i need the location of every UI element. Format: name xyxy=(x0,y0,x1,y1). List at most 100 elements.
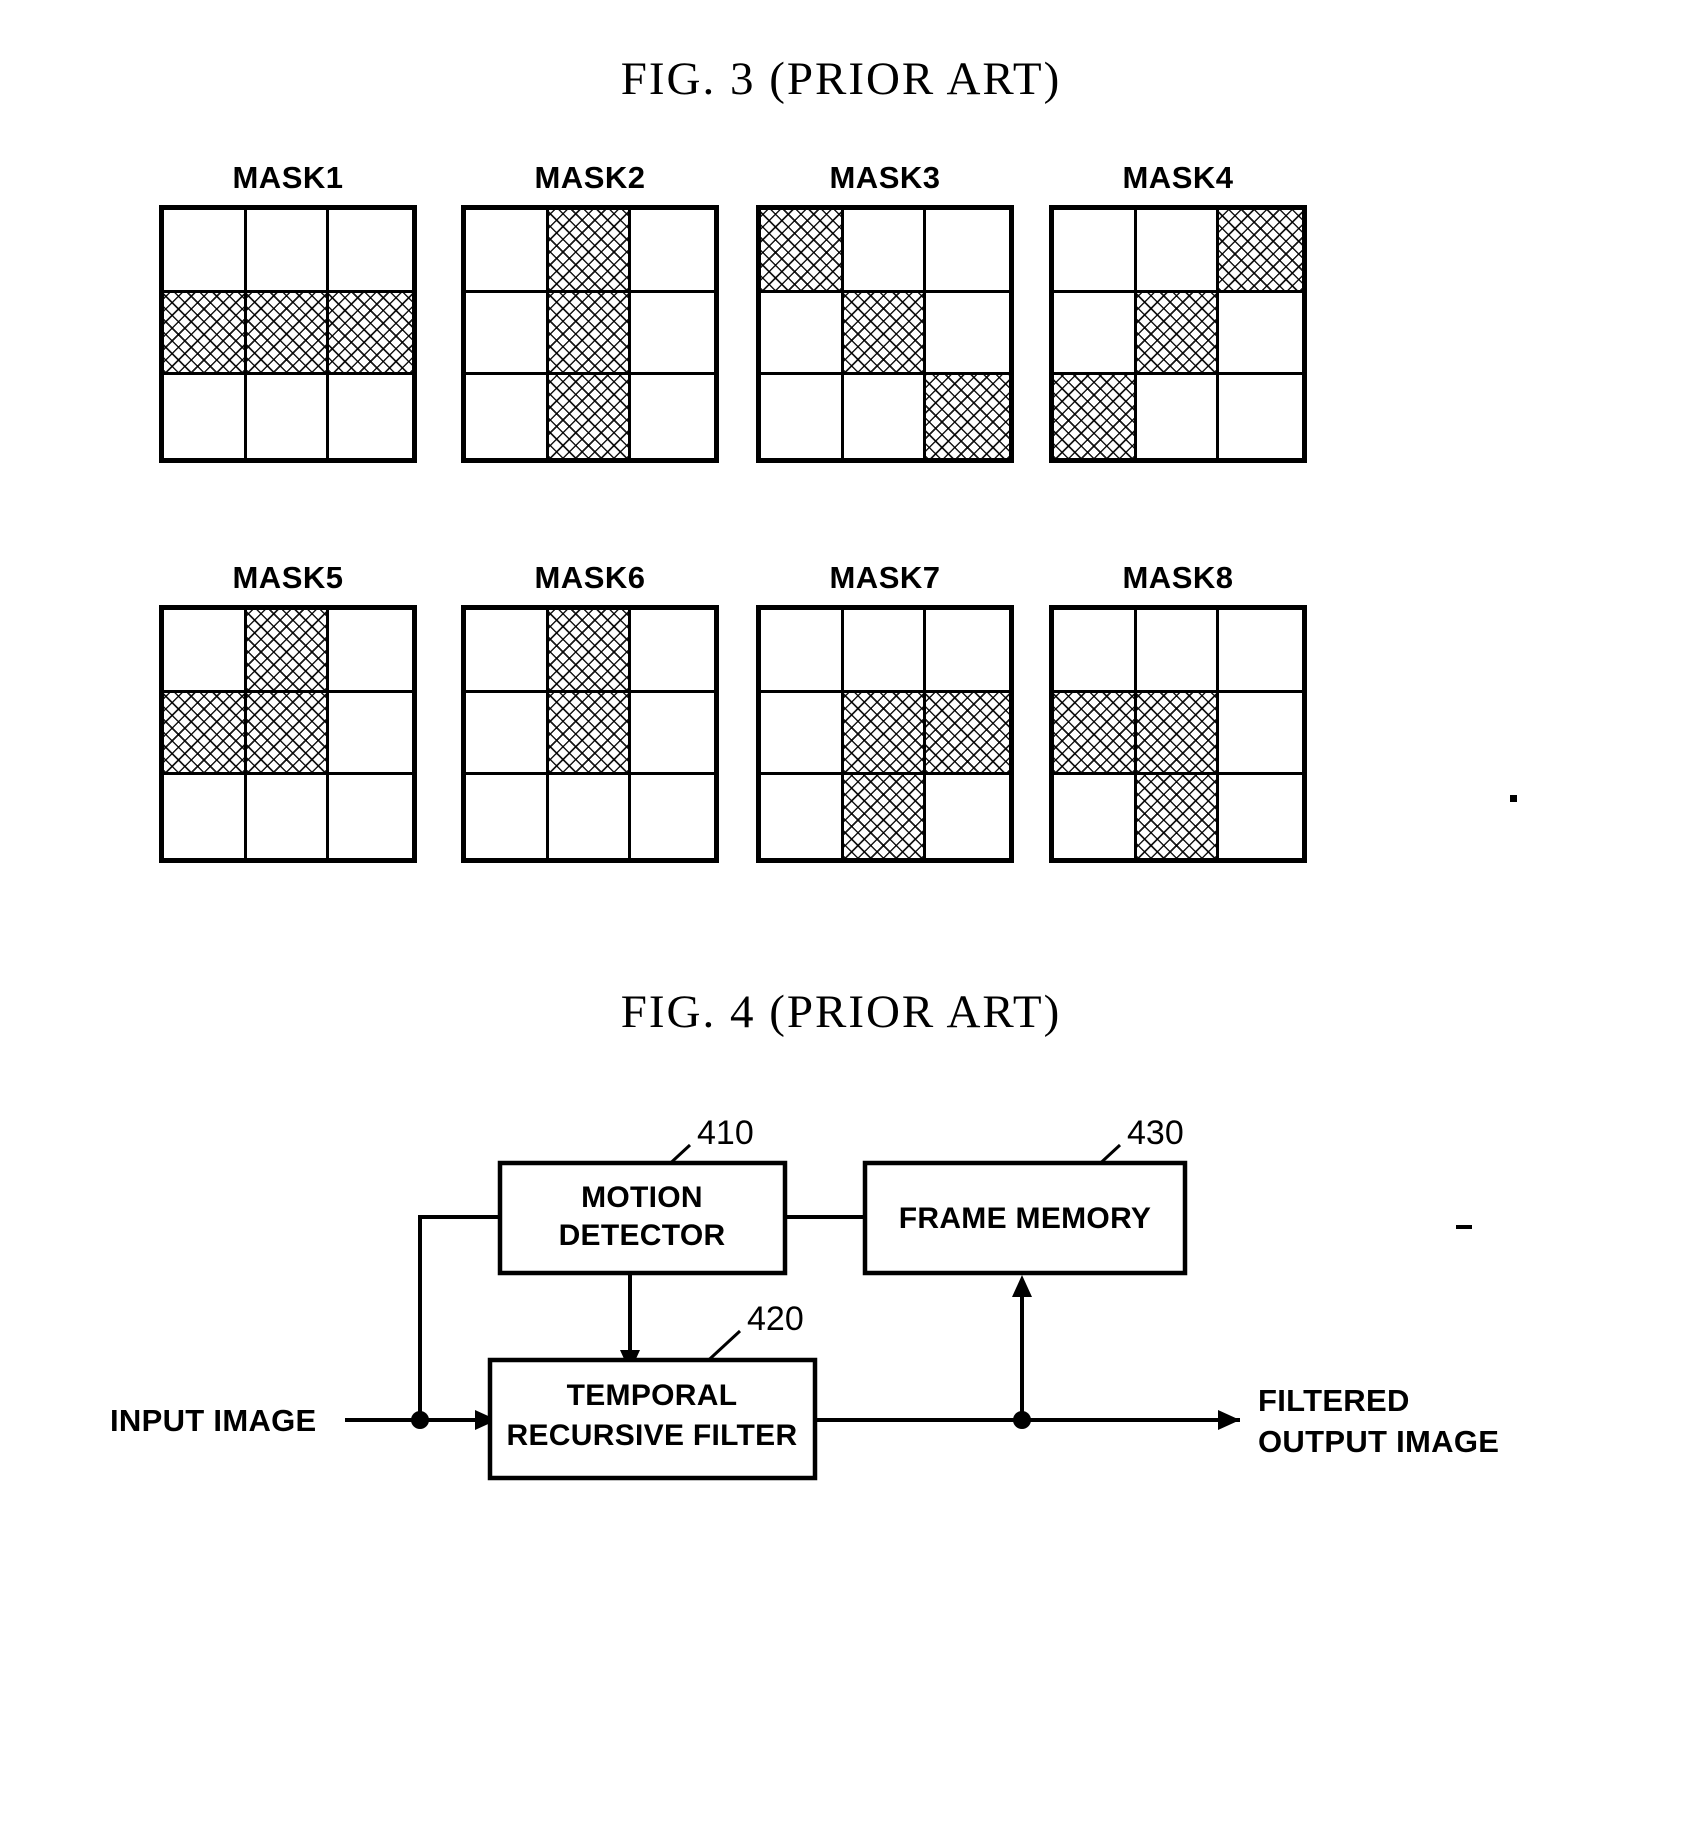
mask-cell xyxy=(548,292,632,376)
mask-cell xyxy=(548,610,632,693)
mask-label-2: MASK2 xyxy=(534,160,646,195)
mask-cell xyxy=(761,775,844,858)
output-image-label-line1: FILTERED xyxy=(1258,1383,1410,1418)
junction-dot-input xyxy=(411,1411,429,1429)
mask-cell xyxy=(926,210,1009,293)
mask-item-4: MASK4 xyxy=(1028,160,1328,480)
mask-cell xyxy=(761,610,844,693)
mask-grid-8 xyxy=(1049,605,1307,863)
mask-cell xyxy=(329,292,412,376)
mask-cell xyxy=(843,375,927,458)
mask-cell xyxy=(1136,292,1220,376)
mask-grid-2 xyxy=(461,205,719,463)
mask-cell xyxy=(1054,775,1137,858)
mask-item-7: MASK7 xyxy=(735,560,1035,880)
mask-cell xyxy=(466,610,549,693)
figure-4-block-diagram: MOTION DETECTOR FRAME MEMORY TEMPORAL RE… xyxy=(0,1100,1682,1720)
mask-cell xyxy=(761,375,844,458)
input-image-label: INPUT IMAGE xyxy=(110,1403,317,1438)
mask-cell xyxy=(246,775,330,858)
figure-4-title: FIG. 4 (PRIOR ART) xyxy=(620,986,1062,1038)
mask-cell xyxy=(1219,775,1302,858)
mask-cell xyxy=(1054,610,1137,693)
mask-cell xyxy=(466,375,549,458)
mask-cell xyxy=(164,692,247,776)
mask-item-1: MASK1 xyxy=(138,160,438,480)
scan-speck xyxy=(1510,795,1517,802)
output-image-label-line2: OUTPUT IMAGE xyxy=(1258,1424,1499,1459)
mask-cell xyxy=(548,775,632,858)
mask-cell xyxy=(164,375,247,458)
mask-cell xyxy=(926,692,1009,776)
mask-cell xyxy=(466,692,549,776)
mask-cell xyxy=(761,692,844,776)
mask-label-3: MASK3 xyxy=(829,160,941,195)
mask-cell xyxy=(1054,292,1137,376)
mask-cell xyxy=(843,610,927,693)
block-frame-memory-line1: FRAME MEMORY xyxy=(899,1202,1151,1235)
mask-grid-7 xyxy=(756,605,1014,863)
figure-3-title: FIG. 3 (PRIOR ART) xyxy=(620,53,1062,105)
mask-item-5: MASK5 xyxy=(138,560,438,880)
mask-label-4: MASK4 xyxy=(1122,160,1234,195)
arrowhead-frame-memory-in xyxy=(1012,1275,1032,1297)
mask-cell xyxy=(246,610,330,693)
mask-cell xyxy=(1136,210,1220,293)
mask-cell xyxy=(631,292,714,376)
mask-cell xyxy=(631,775,714,858)
mask-cell xyxy=(466,210,549,293)
mask-cell xyxy=(1136,375,1220,458)
mask-cell xyxy=(843,210,927,293)
mask-label-7: MASK7 xyxy=(829,560,941,595)
mask-cell xyxy=(1054,375,1137,458)
mask-cell xyxy=(1219,610,1302,693)
mask-cell xyxy=(246,210,330,293)
mask-item-2: MASK2 xyxy=(440,160,740,480)
mask-row-top: MASK1 MASK2 MASK3 MASK4 xyxy=(0,160,1682,480)
mask-item-8: MASK8 xyxy=(1028,560,1328,880)
mask-cell xyxy=(164,210,247,293)
reference-numeral-430: 430 xyxy=(1127,1114,1184,1152)
mask-cell xyxy=(1054,692,1137,776)
mask-cell xyxy=(761,210,844,293)
mask-cell xyxy=(246,692,330,776)
mask-cell xyxy=(246,375,330,458)
mask-cell xyxy=(329,692,412,776)
block-temporal-filter-line2: RECURSIVE FILTER xyxy=(507,1419,798,1452)
mask-cell xyxy=(164,292,247,376)
mask-item-3: MASK3 xyxy=(735,160,1035,480)
mask-cell xyxy=(246,292,330,376)
mask-cell xyxy=(926,375,1009,458)
mask-cell xyxy=(329,210,412,293)
mask-cell xyxy=(1136,692,1220,776)
scan-speck-2 xyxy=(1456,1225,1472,1229)
mask-cell xyxy=(466,775,549,858)
mask-row-bottom: MASK5 MASK6 MASK7 MASK8 xyxy=(0,560,1682,880)
mask-cell xyxy=(466,292,549,376)
mask-cell xyxy=(1136,610,1220,693)
block-motion-detector[interactable] xyxy=(497,1160,788,1276)
mask-cell xyxy=(329,775,412,858)
mask-grid-4 xyxy=(1049,205,1307,463)
mask-cell xyxy=(329,610,412,693)
block-motion-detector-line2: DETECTOR xyxy=(559,1219,726,1252)
mask-grid-5 xyxy=(159,605,417,863)
mask-grid-6 xyxy=(461,605,719,863)
mask-grid-1 xyxy=(159,205,417,463)
mask-cell xyxy=(1219,292,1302,376)
block-motion-detector-line1: MOTION xyxy=(581,1181,703,1214)
mask-cell xyxy=(843,292,927,376)
mask-cell xyxy=(1219,210,1302,293)
block-temporal-filter-line1: TEMPORAL xyxy=(567,1379,738,1412)
mask-cell xyxy=(761,292,844,376)
mask-cell xyxy=(164,610,247,693)
reference-numeral-410: 410 xyxy=(697,1114,754,1152)
mask-cell xyxy=(548,375,632,458)
reference-numeral-420: 420 xyxy=(747,1300,804,1338)
mask-grid-3 xyxy=(756,205,1014,463)
mask-cell xyxy=(164,775,247,858)
mask-label-5: MASK5 xyxy=(232,560,344,595)
figure-3-mask-diagram: MASK1 MASK2 MASK3 MASK4 MASK5 MASK6 MASK… xyxy=(0,160,1682,900)
mask-cell xyxy=(843,692,927,776)
mask-cell xyxy=(548,692,632,776)
